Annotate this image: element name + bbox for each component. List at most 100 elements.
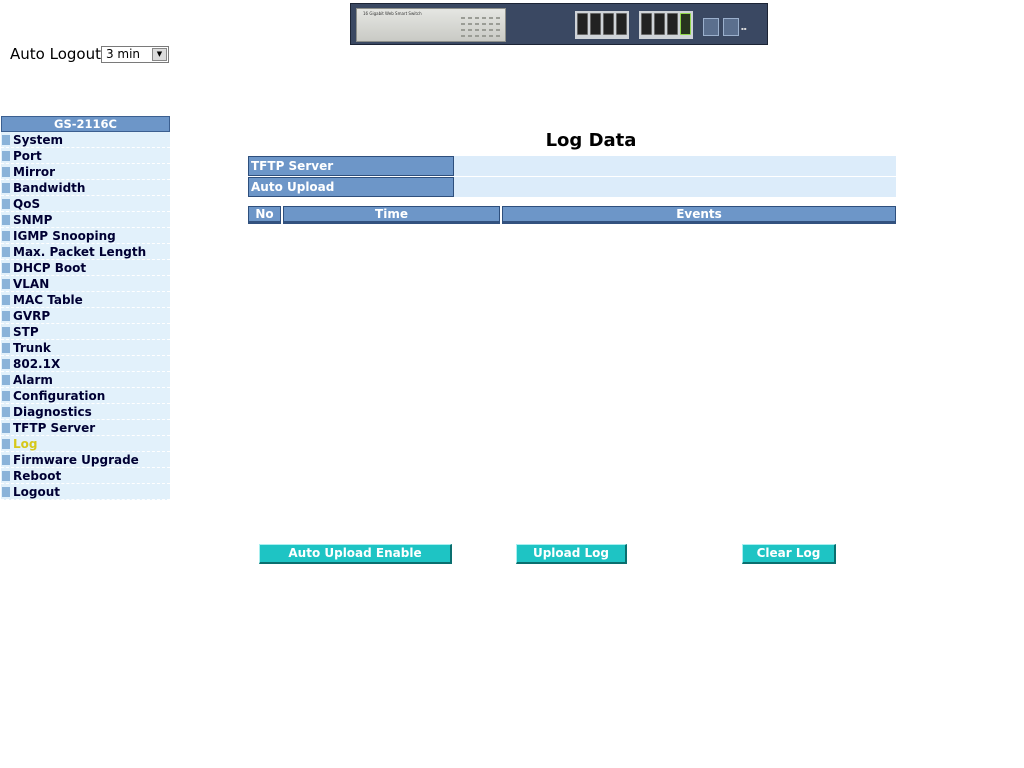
- auto-upload-label: Auto Upload: [248, 177, 454, 197]
- sidebar-item-gvrp[interactable]: GVRP: [1, 308, 170, 324]
- sidebar-item-label: Mirror: [13, 164, 56, 179]
- menu-bullet-icon: [2, 247, 10, 257]
- menu-bullet-icon: [2, 167, 10, 177]
- ethernet-port: [654, 13, 665, 35]
- sidebar-item-log[interactable]: Log: [1, 436, 170, 452]
- switch-faceplate: 16 Gigabit Web Smart Switch: [356, 8, 506, 42]
- menu-bullet-icon: [2, 183, 10, 193]
- sidebar-item-tftp-server[interactable]: TFTP Server: [1, 420, 170, 436]
- column-header-no: No: [248, 206, 281, 224]
- sidebar-item-label: Port: [13, 148, 42, 163]
- chevron-down-icon[interactable]: ▼: [151, 47, 167, 61]
- sidebar-item-qos[interactable]: QoS: [1, 196, 170, 212]
- menu-bullet-icon: [2, 423, 10, 433]
- menu-bullet-icon: [2, 279, 10, 289]
- sidebar-item-label: Bandwidth: [13, 180, 86, 195]
- sfp-slot: [703, 18, 719, 36]
- menu-bullet-icon: [2, 439, 10, 449]
- sidebar-item-mirror[interactable]: Mirror: [1, 164, 170, 180]
- sidebar-item-label: Firmware Upgrade: [13, 452, 139, 467]
- sidebar-item-vlan[interactable]: VLAN: [1, 276, 170, 292]
- sidebar-item-list: System Port Mirror Bandwidth QoS SNMP IGMP Sno…: [1, 132, 170, 500]
- sidebar-item-label: Configuration: [13, 388, 106, 403]
- auto-logout-select[interactable]: 3 min ▼: [100, 45, 169, 63]
- menu-bullet-icon: [2, 375, 10, 385]
- menu-bullet-icon: [2, 215, 10, 225]
- sidebar-item-diagnostics[interactable]: Diagnostics: [1, 404, 170, 420]
- menu-bullet-icon: [2, 311, 10, 321]
- menu-bullet-icon: [2, 151, 10, 161]
- sidebar-item-label: System: [13, 132, 63, 147]
- sidebar-item-label: Max. Packet Length: [13, 244, 147, 259]
- sidebar-item-label: STP: [13, 324, 39, 339]
- menu-bullet-icon: [2, 231, 10, 241]
- sidebar-item-label: Diagnostics: [13, 404, 92, 419]
- sidebar-item-802-1x[interactable]: 802.1X: [1, 356, 170, 372]
- menu-bullet-icon: [2, 135, 10, 145]
- tftp-server-row: TFTP Server: [248, 156, 896, 176]
- ethernet-port: [603, 13, 614, 35]
- sidebar-item-label: SNMP: [13, 212, 53, 227]
- sidebar-item-trunk[interactable]: Trunk: [1, 340, 170, 356]
- ethernet-port: [590, 13, 601, 35]
- sidebar-item-mac-table[interactable]: MAC Table: [1, 292, 170, 308]
- sidebar-item-port[interactable]: Port: [1, 148, 170, 164]
- led-indicators: [461, 17, 501, 39]
- sidebar-item-dhcp-boot[interactable]: DHCP Boot: [1, 260, 170, 276]
- menu-bullet-icon: [2, 327, 10, 337]
- menu-bullet-icon: [2, 295, 10, 305]
- ethernet-port: [641, 13, 652, 35]
- sidebar-item-label: Trunk: [13, 340, 51, 355]
- sidebar-menu: GS-2116C System Port Mirror Bandwidth QoS SNM…: [1, 116, 170, 500]
- page-title: Log Data: [545, 130, 637, 151]
- sidebar-item-label: 802.1X: [13, 356, 61, 371]
- reset-label-mark: ▪▪: [741, 26, 747, 31]
- ethernet-port: [577, 13, 588, 35]
- menu-bullet-icon: [2, 263, 10, 273]
- column-header-events: Events: [502, 206, 896, 224]
- ethernet-port-active: [680, 13, 691, 35]
- ethernet-port: [667, 13, 678, 35]
- device-model-header: GS-2116C: [1, 116, 170, 132]
- ethernet-port: [616, 13, 627, 35]
- ethernet-ports-group-1: [575, 11, 629, 39]
- sidebar-item-label: TFTP Server: [13, 420, 96, 435]
- menu-bullet-icon: [2, 471, 10, 481]
- auto-upload-enable-button[interactable]: Auto Upload Enable: [259, 544, 452, 564]
- menu-bullet-icon: [2, 407, 10, 417]
- upload-log-button[interactable]: Upload Log: [516, 544, 627, 564]
- auto-logout-label: Auto Logout: [10, 45, 101, 63]
- tftp-server-label: TFTP Server: [248, 156, 454, 176]
- auto-upload-value: [454, 177, 896, 197]
- sidebar-item-system[interactable]: System: [1, 132, 170, 148]
- sidebar-item-label: QoS: [13, 196, 41, 211]
- sidebar-item-label: VLAN: [13, 276, 50, 291]
- sidebar-item-alarm[interactable]: Alarm: [1, 372, 170, 388]
- sidebar-item-igmp-snooping[interactable]: IGMP Snooping: [1, 228, 170, 244]
- menu-bullet-icon: [2, 487, 10, 497]
- auto-logout-selected-value: 3 min: [105, 47, 141, 61]
- sidebar-item-configuration[interactable]: Configuration: [1, 388, 170, 404]
- tftp-server-value: [454, 156, 896, 176]
- sidebar-item-label: GVRP: [13, 308, 51, 323]
- sidebar-item-label: Alarm: [13, 372, 53, 387]
- sfp-slot: [723, 18, 739, 36]
- sidebar-item-label: DHCP Boot: [13, 260, 87, 275]
- sidebar-item-reboot[interactable]: Reboot: [1, 468, 170, 484]
- menu-bullet-icon: [2, 199, 10, 209]
- sidebar-item-label: Logout: [13, 484, 61, 499]
- sidebar-item-snmp[interactable]: SNMP: [1, 212, 170, 228]
- sidebar-item-logout[interactable]: Logout: [1, 484, 170, 500]
- sidebar-item-firmware-upgrade[interactable]: Firmware Upgrade: [1, 452, 170, 468]
- sidebar-item-stp[interactable]: STP: [1, 324, 170, 340]
- sidebar-item-label: MAC Table: [13, 292, 83, 307]
- sidebar-item-label: Log: [13, 436, 38, 451]
- sidebar-item-bandwidth[interactable]: Bandwidth: [1, 180, 170, 196]
- menu-bullet-icon: [2, 343, 10, 353]
- sidebar-item-max-packet-length[interactable]: Max. Packet Length: [1, 244, 170, 260]
- switch-model-caption: 16 Gigabit Web Smart Switch: [363, 11, 422, 16]
- menu-bullet-icon: [2, 455, 10, 465]
- clear-log-button[interactable]: Clear Log: [742, 544, 836, 564]
- menu-bullet-icon: [2, 359, 10, 369]
- menu-bullet-icon: [2, 391, 10, 401]
